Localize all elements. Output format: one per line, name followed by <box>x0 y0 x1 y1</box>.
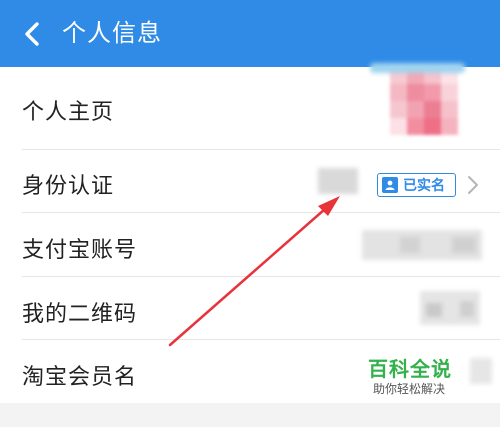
row-label: 淘宝会员名 <box>22 365 138 390</box>
watermark-subtitle: 助你轻松解决 <box>373 382 446 396</box>
row-my-qrcode[interactable]: 我的二维码 <box>0 277 500 340</box>
chevron-right-icon <box>468 176 478 194</box>
person-badge-icon <box>382 177 398 193</box>
row-label: 身份认证 <box>22 174 115 199</box>
chevron-left-icon <box>25 22 39 46</box>
row-label: 支付宝账号 <box>22 238 138 263</box>
blurred-qrcode-detail <box>426 303 442 317</box>
blurred-account-detail <box>452 237 476 253</box>
row-label: 我的二维码 <box>22 302 138 327</box>
avatar[interactable] <box>390 67 458 135</box>
blurred-account-detail <box>400 237 420 253</box>
watermark-logo: 百科全说 助你轻松解决 <box>360 353 464 397</box>
verified-badge-label: 已实名 <box>403 178 445 194</box>
top-nav-bar: 个人信息 <box>0 0 500 67</box>
row-alipay-account[interactable]: 支付宝账号 <box>0 213 500 277</box>
blurred-name <box>318 168 358 194</box>
verified-badge: 已实名 <box>377 173 456 197</box>
row-label: 个人主页 <box>22 100 115 125</box>
page-title: 个人信息 <box>62 19 162 47</box>
row-identity-verification[interactable]: 身份认证 已实名 <box>0 150 500 213</box>
back-button[interactable] <box>14 16 50 52</box>
watermark-title: 百科全说 <box>368 357 452 381</box>
blurred-qrcode-detail <box>460 301 474 317</box>
blurred-decoration <box>370 63 465 73</box>
blurred-member-name <box>470 358 492 384</box>
row-personal-homepage[interactable]: 个人主页 <box>0 63 500 150</box>
